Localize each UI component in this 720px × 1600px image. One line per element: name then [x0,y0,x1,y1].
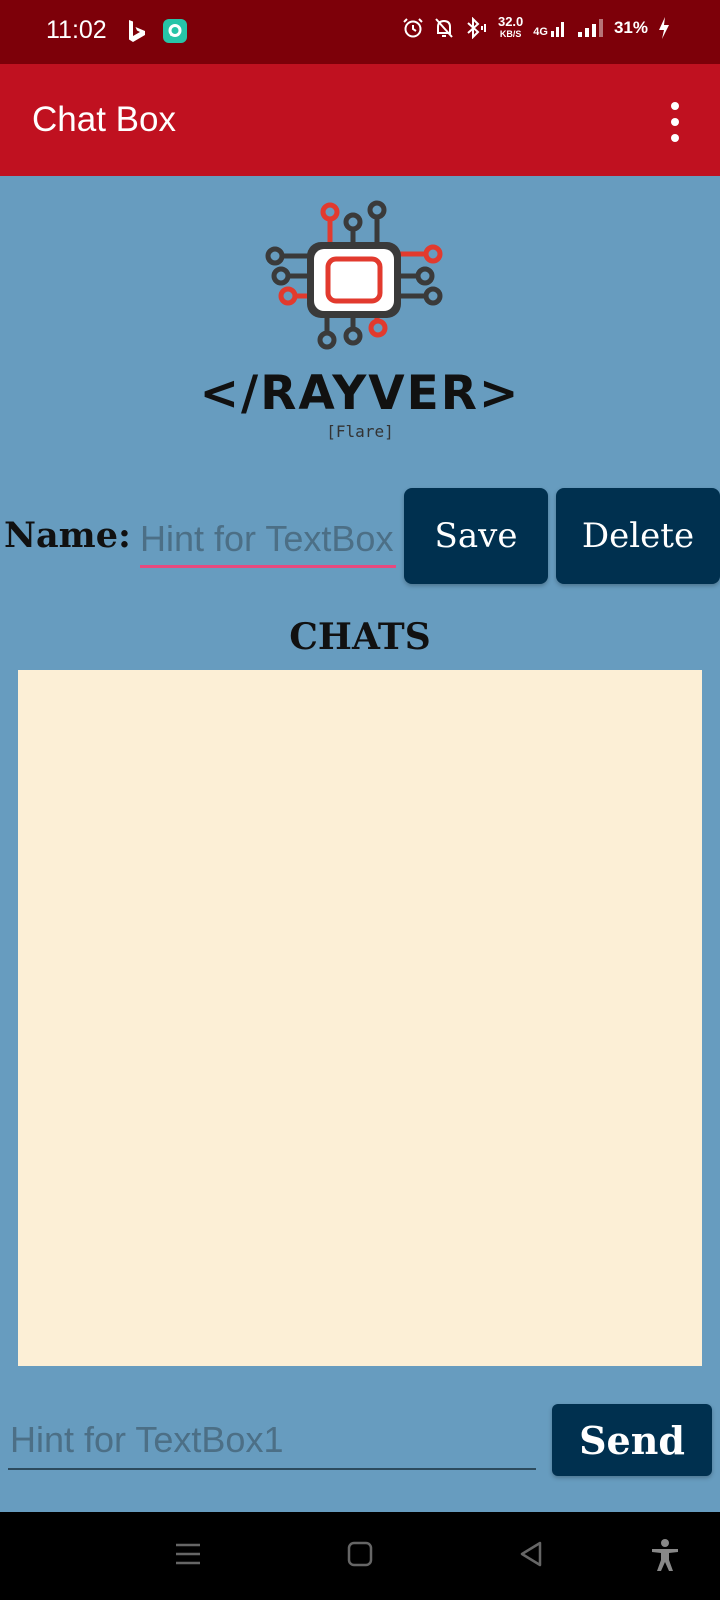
name-input[interactable] [140,512,396,568]
system-icons: 32.0 KB/S 4G 31% [402,14,670,40]
bing-icon [129,20,145,42]
notification-icons [124,18,188,44]
mute-bell-icon [435,18,453,38]
message-input[interactable] [8,1412,536,1470]
alarm-icon [403,18,423,38]
overflow-menu-icon[interactable] [660,102,690,142]
battery-level: 31% [613,18,648,37]
status-time: 11:02 [46,16,107,44]
name-label: Name: [4,515,131,556]
status-bar: 11:02 32.0 KB/S 4G 31% [0,0,720,64]
charging-icon [659,17,669,39]
save-button[interactable]: Save [404,488,548,584]
accessibility-icon[interactable] [650,1538,680,1572]
chats-title: CHATS [289,616,431,658]
back-icon[interactable] [518,1540,546,1568]
network-type-label: 4G [533,26,548,38]
signal-strength-icon [577,19,603,37]
recent-apps-icon[interactable] [174,1540,202,1568]
delete-button[interactable]: Delete [556,488,720,584]
signal-icon [550,22,564,37]
navigation-bar [0,1512,720,1600]
data-speed-unit: KB/S [499,29,522,39]
bluetooth-icon [467,17,486,39]
data-speed: 32.0 KB/S [497,14,524,40]
data-speed-value: 32.0 [497,14,524,29]
chat-area[interactable] [18,670,702,1366]
home-icon[interactable] [346,1540,374,1568]
app-bar: Chat Box [0,64,720,176]
send-button[interactable]: Send [552,1404,712,1476]
logo-subtitle: [Flare] [326,422,394,441]
logo-text: </RAYVER> [199,366,521,421]
chat-app-icon [163,19,187,43]
app-title: Chat Box [32,100,176,139]
logo: </RAYVER> [Flare] [190,196,530,446]
network-type: 4G [533,18,566,38]
circuit-chip-icon [265,200,443,350]
